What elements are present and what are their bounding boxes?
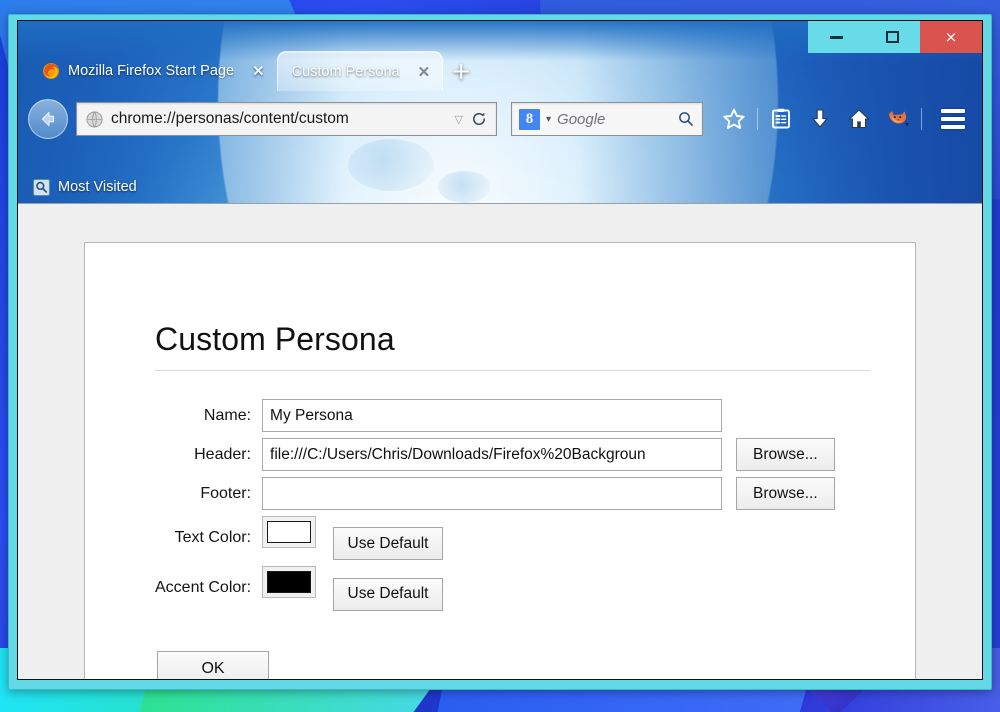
accent-color-swatch [267,571,312,594]
accent-color-label: Accent Color: [155,579,252,597]
menu-bar-line [941,125,965,129]
back-button[interactable] [28,99,68,139]
new-tab-button[interactable]: + [451,59,471,83]
tab-close-button[interactable]: ✕ [418,63,431,81]
header-input[interactable] [262,438,723,471]
bookmark-star-button[interactable] [715,100,753,138]
tab-label: Custom Persona [291,63,400,80]
bookmarks-toolbar: Most Visited [18,171,982,203]
persona-form: Name: Header: [155,393,835,617]
browser-window: × Mozilla Firefox Start Page ✕ Custom Pe… [8,14,992,690]
tab-mozilla-firefox-start-page[interactable]: Mozilla Firefox Start Page ✕ [28,51,277,91]
browser-chrome: × Mozilla Firefox Start Page ✕ Custom Pe… [18,21,982,203]
form-row-text-color: Text Color: Use Default [155,516,835,561]
maximize-icon [885,31,899,43]
footer-browse-button[interactable]: Browse... [736,477,835,510]
search-engine-dropdown-icon[interactable]: ▾ [546,114,551,125]
search-input[interactable]: Google [557,111,671,128]
name-label: Name: [203,406,252,424]
magnifier-icon[interactable] [677,110,695,128]
minimize-icon [829,35,843,39]
tab-strip: Mozilla Firefox Start Page ✕ Custom Pers… [28,49,982,91]
tab-label: Mozilla Firefox Start Page [68,63,235,79]
bookmark-item-most-visited[interactable]: Most Visited [58,179,137,195]
download-arrow-icon [812,109,828,128]
globe-icon [85,110,104,129]
window-controls: × [808,21,982,53]
home-icon [848,109,870,129]
name-input[interactable] [262,399,723,432]
reading-list-button[interactable] [762,100,800,138]
accent-color-use-default-button[interactable]: Use Default [332,577,444,611]
toolbar-buttons [715,100,972,138]
form-row-name: Name: [155,399,835,432]
google-logo-icon: 8 [519,108,540,130]
search-bar[interactable]: 8 ▾ Google [511,102,703,136]
custom-persona-panel: Custom Persona Name: Heade [84,242,916,679]
tab-custom-persona[interactable]: Custom Persona ✕ [276,51,444,91]
reload-icon[interactable] [470,110,488,128]
toolbar-separator [921,108,922,130]
maximize-button[interactable] [864,21,920,53]
form-row-header: Header: Browse... [155,438,835,471]
text-color-swatch [267,521,312,543]
footer-label: Footer: [200,484,252,502]
firefox-icon [42,62,60,80]
downloads-button[interactable] [801,100,839,138]
star-icon [723,108,745,129]
header-label: Header: [194,445,252,463]
most-visited-icon [32,178,51,197]
list-icon [772,108,790,129]
desktop-background: × Mozilla Firefox Start Page ✕ Custom Pe… [0,0,1000,712]
navigation-toolbar: chrome://personas/content/custom ▽ 8 ▾ G… [18,91,982,147]
menu-bar-line [941,117,965,121]
text-color-use-default-button[interactable]: Use Default [332,527,444,561]
back-arrow-icon [41,111,55,127]
home-button[interactable] [840,100,878,138]
browser-window-inner: × Mozilla Firefox Start Page ✕ Custom Pe… [17,20,983,680]
page-content: Custom Persona Name: Heade [18,203,982,679]
fox-icon [889,111,909,127]
ok-button[interactable]: OK [157,650,269,679]
url-text: chrome://personas/content/custom [111,110,349,127]
page-title: Custom Persona [155,321,395,357]
form-row-footer: Footer: Browse... [155,477,835,510]
close-button[interactable]: × [920,21,982,53]
persona-fox-button[interactable] [879,100,917,138]
header-browse-button[interactable]: Browse... [736,438,835,471]
url-dropdown-icon[interactable]: ▽ [455,113,463,126]
menu-button[interactable] [934,100,972,138]
title-divider [155,370,870,371]
menu-bar-line [941,109,965,113]
accent-color-swatch-button[interactable] [262,566,317,599]
minimize-button[interactable] [808,21,864,53]
url-bar[interactable]: chrome://personas/content/custom ▽ [76,102,497,136]
form-row-accent-color: Accent Color: Use Default [155,566,835,611]
close-icon: × [944,27,958,46]
footer-input[interactable] [262,477,723,510]
text-color-label: Text Color: [174,529,252,547]
text-color-swatch-button[interactable] [262,516,317,548]
form-container: Custom Persona Name: Heade [85,243,915,679]
tab-close-button[interactable]: ✕ [252,62,265,80]
toolbar-separator [757,108,758,130]
